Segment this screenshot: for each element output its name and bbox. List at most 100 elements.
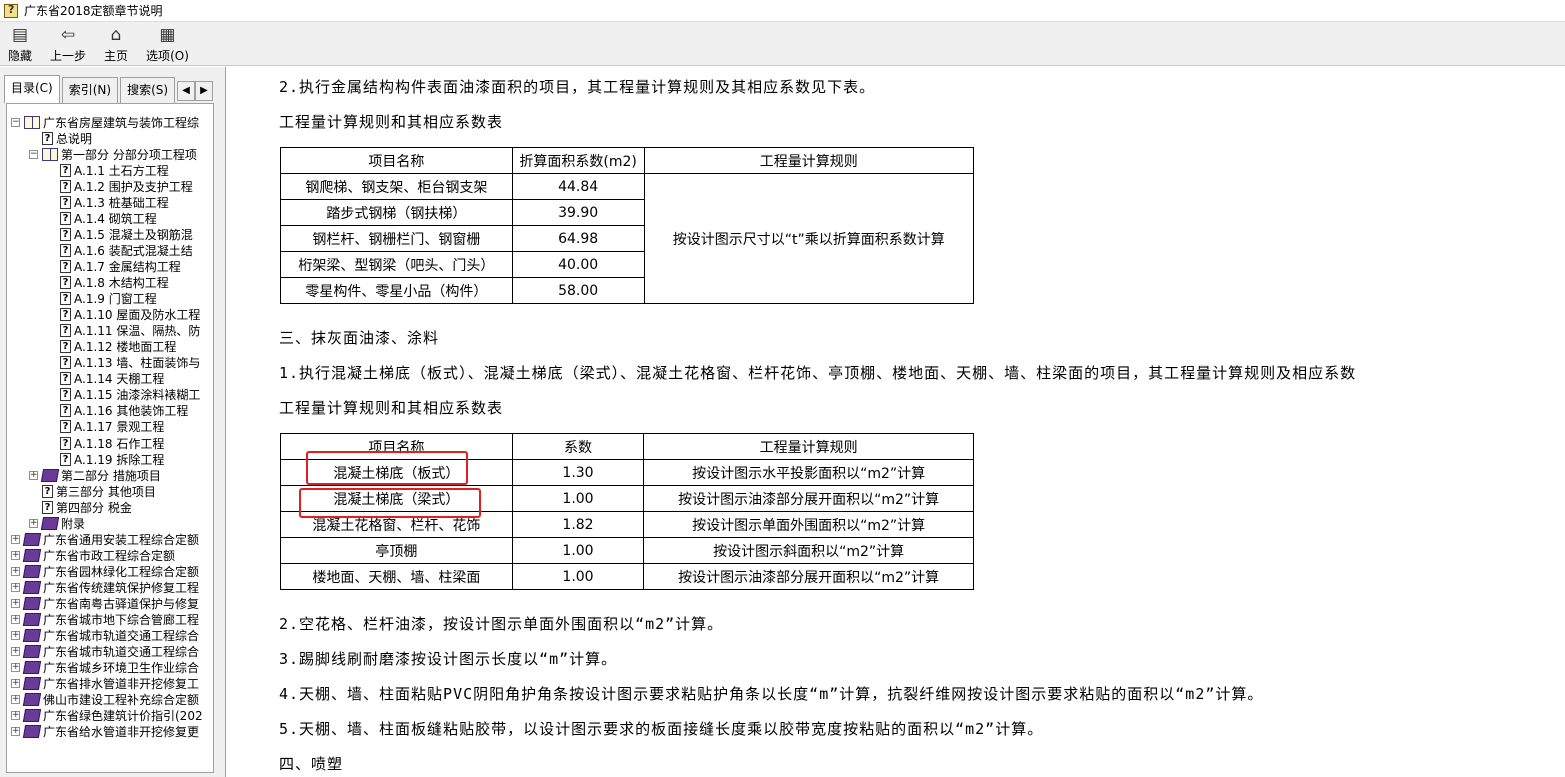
- table-cell: 按设计图示水平投影面积以“m2”计算: [643, 459, 974, 486]
- tree-item[interactable]: ? 第四部分 税金: [42, 499, 132, 515]
- tab-index[interactable]: 索引(N): [61, 77, 119, 103]
- contents-tree[interactable]: − 广东省房屋建筑与装饰工程综? 总说明 − 第一部分 分部分项工程项? A.1.1 土石…: [6, 103, 214, 773]
- help-page-icon: ?: [60, 163, 71, 177]
- tree-item[interactable]: ? A.1.13 墙、柱面装饰与: [60, 355, 200, 371]
- tree-item[interactable]: ? 总说明: [42, 130, 92, 146]
- tree-item[interactable]: + 广东省绿色建筑计价指引(202: [11, 708, 203, 724]
- paragraph: 2.执行金属结构构件表面油漆面积的项目，其工程量计算规则及其相应系数见下表。: [279, 78, 876, 96]
- tree-item[interactable]: + 佛山市建设工程补充综合定额: [11, 692, 199, 708]
- tree-item[interactable]: ? A.1.5 混凝土及钢筋混: [60, 226, 193, 242]
- tree-item[interactable]: ? A.1.12 楼地面工程: [60, 339, 176, 355]
- tab-scroll-left-icon[interactable]: ◀: [177, 81, 195, 101]
- tree-item-label: 广东省给水管道非开挖修复更: [43, 725, 200, 740]
- home-button[interactable]: ⌂ 主页: [104, 22, 128, 64]
- table-cell: 按设计图示油漆部分展开面积以“m2”计算: [643, 485, 974, 512]
- tree-item[interactable]: ? A.1.1 土石方工程: [60, 162, 169, 178]
- tree-item[interactable]: ? A.1.7 金属结构工程: [60, 258, 181, 274]
- tree-item[interactable]: ? A.1.9 门窗工程: [60, 291, 157, 307]
- expand-icon[interactable]: +: [11, 566, 20, 576]
- expand-icon[interactable]: +: [11, 679, 20, 689]
- tree-item[interactable]: + 广东省通用安装工程综合定额: [11, 531, 199, 547]
- table-cell: 1.30: [511, 459, 645, 486]
- tree-item[interactable]: + 广东省城市轨道交通工程综合: [11, 644, 199, 660]
- table-cell: 1.00: [511, 563, 645, 590]
- help-page-icon: ?: [60, 195, 71, 209]
- table-cell: 亭顶棚: [280, 537, 513, 564]
- options-text: 选项: [146, 49, 171, 63]
- tree-item[interactable]: + 广东省南粤古驿道保护与修复: [11, 596, 199, 612]
- help-page-icon: ?: [60, 420, 71, 434]
- tree-item[interactable]: + 广东省传统建筑保护修复工程: [11, 579, 199, 595]
- expand-icon[interactable]: +: [11, 550, 20, 560]
- expand-icon[interactable]: +: [11, 647, 20, 657]
- table-header: 工程量计算规则: [643, 147, 975, 174]
- tree-item[interactable]: ? A.1.16 其他装饰工程: [60, 403, 188, 419]
- tab-search[interactable]: 搜索(S): [120, 77, 176, 103]
- expand-icon[interactable]: +: [11, 711, 20, 721]
- nav-tabs: 目录(C) 索引(N) 搜索(S): [4, 75, 177, 103]
- tree-item[interactable]: ? A.1.2 围护及支护工程: [60, 178, 193, 194]
- tree-item[interactable]: + 广东省给水管道非开挖修复更: [11, 724, 199, 740]
- book-closed-icon: [40, 468, 60, 482]
- tree-item[interactable]: ? A.1.15 油漆涂料裱糊工: [60, 387, 200, 403]
- collapse-icon[interactable]: −: [29, 149, 38, 159]
- expand-icon[interactable]: +: [11, 615, 20, 625]
- tree-item[interactable]: ? A.1.10 屋面及防水工程: [60, 307, 200, 323]
- help-page-icon: ?: [60, 211, 71, 225]
- tree-item[interactable]: − 广东省房屋建筑与装饰工程综: [11, 114, 199, 130]
- tree-item[interactable]: + 第二部分 措施项目: [29, 467, 161, 483]
- tree-item-label: A.1.7 金属结构工程: [74, 259, 181, 274]
- tree-item[interactable]: ? A.1.19 拆除工程: [60, 451, 164, 467]
- tree-item-label: A.1.2 围护及支护工程: [74, 179, 193, 194]
- paragraph: 3.踢脚线刷耐磨漆按设计图示长度以“m”计算。: [279, 650, 618, 668]
- collapse-icon[interactable]: −: [11, 117, 20, 127]
- tree-item[interactable]: + 广东省市政工程综合定额: [11, 547, 175, 563]
- tree-item[interactable]: + 广东省园林绿化工程综合定额: [11, 563, 199, 579]
- tree-item[interactable]: ? A.1.14 天棚工程: [60, 371, 164, 387]
- help-page-icon: ?: [60, 356, 71, 370]
- table-cell: 零星构件、零星小品（构件）: [280, 277, 513, 304]
- tree-item[interactable]: ? A.1.11 保温、隔热、防: [60, 323, 200, 339]
- book-closed-icon: [22, 564, 42, 578]
- expand-icon[interactable]: +: [29, 518, 38, 528]
- options-button[interactable]: ▦ 选项(O): [146, 22, 189, 64]
- help-page-icon: ?: [42, 500, 53, 514]
- expand-icon[interactable]: +: [11, 582, 20, 592]
- help-page-icon: ?: [60, 404, 71, 418]
- tree-item[interactable]: ? A.1.4 砌筑工程: [60, 210, 157, 226]
- tab-scroll-right-icon[interactable]: ▶: [195, 81, 213, 101]
- expand-icon[interactable]: +: [11, 663, 20, 673]
- tree-item[interactable]: ? A.1.3 桩基础工程: [60, 194, 169, 210]
- expand-icon[interactable]: +: [11, 695, 20, 705]
- expand-icon[interactable]: +: [11, 534, 20, 544]
- table-cell: 1.00: [511, 537, 645, 564]
- tree-item[interactable]: + 广东省城乡环境卫生作业综合: [11, 660, 199, 676]
- back-button[interactable]: ⇦ 上一步: [50, 22, 86, 64]
- tree-item-label: 第一部分 分部分项工程项: [61, 147, 197, 162]
- expand-icon[interactable]: +: [11, 631, 20, 641]
- tree-item-label: A.1.12 楼地面工程: [74, 340, 177, 355]
- expand-icon[interactable]: +: [29, 470, 38, 480]
- tree-item[interactable]: ? A.1.8 木结构工程: [60, 275, 169, 291]
- tree-item[interactable]: ? A.1.18 石作工程: [60, 435, 164, 451]
- expand-icon[interactable]: +: [11, 599, 20, 608]
- section-heading: 四、喷塑: [279, 755, 344, 773]
- tab-contents[interactable]: 目录(C): [4, 75, 60, 103]
- tree-item-label: A.1.11 保温、隔热、防: [74, 324, 201, 339]
- hide-button[interactable]: ▤ 隐藏: [8, 22, 32, 64]
- tree-item[interactable]: + 广东省排水管道非开挖修复工: [11, 676, 199, 692]
- tree-item[interactable]: − 第一部分 分部分项工程项: [29, 146, 197, 162]
- tree-item[interactable]: ? A.1.17 景观工程: [60, 419, 164, 435]
- paragraph: 5.天棚、墙、柱面板缝粘贴胶带，以设计图示要求的板面接缝长度乘以胶带宽度按粘贴的…: [279, 720, 1044, 738]
- tree-item[interactable]: + 广东省城市地下综合管廊工程: [11, 612, 199, 628]
- tree-item[interactable]: ? A.1.6 装配式混凝土结: [60, 242, 193, 258]
- expand-icon[interactable]: +: [11, 727, 20, 737]
- tree-item[interactable]: + 广东省城市轨道交通工程综合: [11, 628, 199, 644]
- help-page-icon: ?: [60, 259, 71, 273]
- book-closed-icon: [22, 548, 42, 562]
- tree-item-label: 广东省房屋建筑与装饰工程综: [43, 115, 200, 130]
- table-cell: 钢栏杆、钢栅栏门、钢窗栅: [280, 225, 513, 252]
- tree-item-label: A.1.16 其他装饰工程: [74, 404, 189, 419]
- tree-item[interactable]: ? 第三部分 其他项目: [42, 483, 156, 499]
- tree-item[interactable]: + 附录: [29, 515, 85, 531]
